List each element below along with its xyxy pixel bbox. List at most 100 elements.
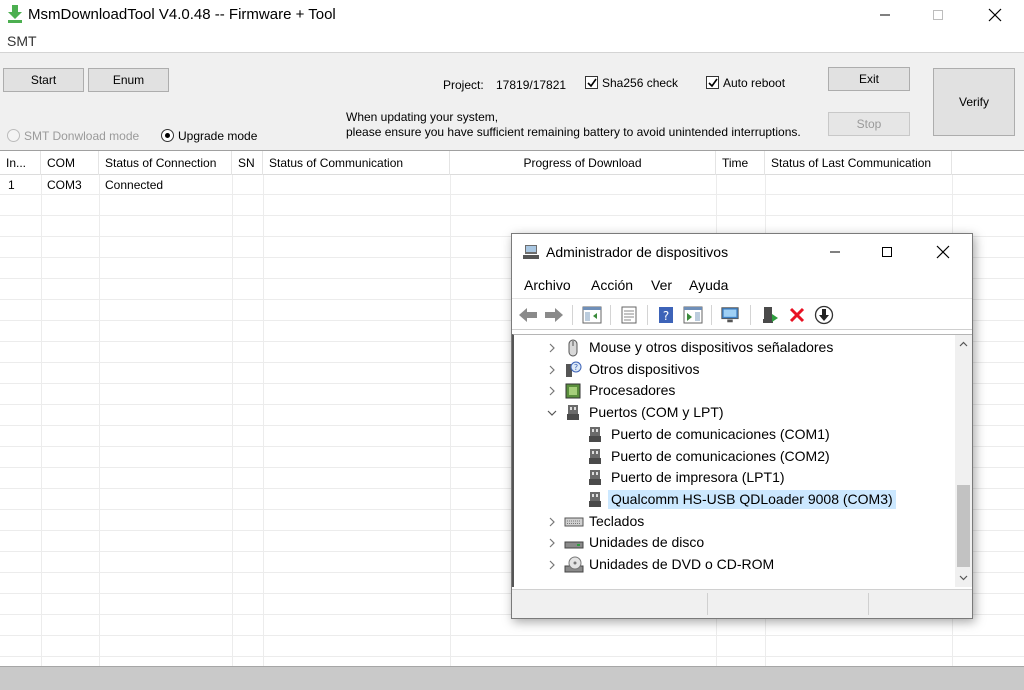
row-connection: Connected: [105, 178, 164, 192]
tree-item-label: Puerto de comunicaciones (COM1): [611, 425, 830, 442]
tree-item-label: Otros dispositivos: [589, 360, 700, 377]
menu-ayuda[interactable]: Ayuda: [689, 277, 728, 293]
column-com[interactable]: COM: [41, 151, 99, 175]
column-connection-status[interactable]: Status of Connection: [99, 151, 232, 175]
scrollbar-thumb[interactable]: [957, 485, 970, 567]
scan-hardware-icon[interactable]: [720, 305, 740, 325]
upgrade-mode-radio[interactable]: [161, 129, 174, 142]
tree-device-item[interactable]: Puerto de impresora (LPT1): [514, 467, 954, 488]
tree-scrollbar[interactable]: [955, 335, 972, 587]
tree-item-label: Unidades de DVD o CD-ROM: [589, 556, 775, 572]
column-time[interactable]: Time: [716, 151, 765, 175]
chevron-right-icon[interactable]: [547, 385, 557, 396]
disk-icon: [564, 534, 584, 552]
column-last-communication[interactable]: Status of Last Communication: [765, 151, 952, 175]
close-button[interactable]: [972, 0, 1018, 30]
table-row: [0, 616, 1024, 636]
start-button[interactable]: Start: [3, 68, 84, 92]
tree-category-item[interactable]: Unidades de disco: [514, 532, 954, 553]
menu-archivo[interactable]: Archivo: [524, 277, 571, 293]
column-index[interactable]: In...: [0, 151, 41, 175]
tree-category-item[interactable]: Procesadores: [514, 380, 954, 401]
tree-item-label: Unidades de disco: [589, 534, 705, 551]
maximize-button[interactable]: [915, 0, 961, 30]
tree-category-item[interactable]: Mouse y otros dispositivos señaladores: [514, 337, 954, 358]
tree-device-item[interactable]: Puerto de comunicaciones (COM1): [514, 424, 954, 445]
smt-mode-radio[interactable]: [7, 129, 20, 142]
project-value: 17819/17821: [496, 78, 567, 92]
column-download-progress[interactable]: Progress of Download: [450, 151, 716, 175]
tree-item-label: Mouse y otros dispositivos señaladores: [589, 339, 834, 355]
properties-icon[interactable]: [619, 305, 639, 325]
column-communication-status[interactable]: Status of Communication: [263, 151, 450, 175]
dm-title-bar: Administrador de dispositivos: [512, 234, 972, 270]
menu-accion[interactable]: Acción: [591, 277, 633, 293]
menu-smt[interactable]: SMT: [7, 33, 37, 49]
chevron-down-icon[interactable]: [547, 407, 557, 417]
chevron-right-icon[interactable]: [547, 364, 557, 375]
exit-button[interactable]: Exit: [828, 67, 910, 91]
dvd-icon: [564, 556, 584, 574]
menu-ver[interactable]: Ver: [651, 277, 672, 293]
unknown-device-icon: ?: [564, 361, 582, 379]
tree-item-label: Puerto de comunicaciones (COM2): [611, 447, 830, 464]
tree-item-label: Puertos (COM y LPT): [589, 404, 724, 421]
status-bar: [0, 666, 1024, 690]
mouse-icon: [564, 339, 582, 357]
keyboard-icon: [564, 513, 584, 531]
tree-device-item[interactable]: Puerto de comunicaciones (COM2): [514, 446, 954, 467]
auto-reboot-checkbox[interactable]: [706, 76, 719, 89]
chevron-right-icon[interactable]: [547, 342, 557, 353]
tree-item-label: Qualcomm HS-USB QDLoader 9008 (COM3): [608, 489, 896, 509]
tree-category-item[interactable]: Teclados: [514, 511, 954, 532]
chevron-right-icon[interactable]: [547, 516, 557, 527]
upgrade-mode-label: Upgrade mode: [178, 129, 258, 143]
dm-status-bar: [512, 589, 972, 618]
dm-window-title: Administrador de dispositivos: [546, 244, 729, 260]
show-hide-console-tree-icon[interactable]: [582, 305, 602, 325]
auto-reboot-label: Auto reboot: [723, 76, 786, 90]
svg-text:?: ?: [574, 363, 578, 372]
help-icon[interactable]: ?: [656, 305, 676, 325]
main-toolbar: Start Enum Project: 17819/17821 Sha256 c…: [0, 52, 1024, 150]
minimize-button[interactable]: [862, 0, 908, 30]
processor-icon: [564, 382, 582, 400]
menu-bar: SMT: [0, 30, 1024, 52]
uninstall-device-icon[interactable]: [787, 305, 807, 325]
dm-minimize-button[interactable]: [812, 234, 858, 270]
download-app-icon: [7, 5, 23, 23]
notice-line-2: please ensure you have sufficient remain…: [346, 125, 801, 139]
svg-text:?: ?: [663, 309, 669, 323]
update-driver-icon[interactable]: [760, 305, 780, 325]
device-tree: Mouse y otros dispositivos señaladores? O…: [512, 334, 972, 587]
table-row[interactable]: 1 COM3 Connected: [0, 175, 1024, 195]
chevron-right-icon[interactable]: [547, 559, 557, 570]
chevron-right-icon[interactable]: [547, 537, 557, 548]
tree-item-label: Procesadores: [589, 382, 676, 399]
verify-button[interactable]: Verify: [933, 68, 1015, 136]
tree-category-item[interactable]: Unidades de DVD o CD-ROM: [514, 554, 954, 575]
back-arrow-icon[interactable]: [518, 305, 538, 325]
title-bar: MsmDownloadTool V4.0.48 -- Firmware + To…: [0, 0, 1024, 30]
enum-button[interactable]: Enum: [88, 68, 169, 92]
port-icon: [586, 448, 604, 466]
column-sn[interactable]: SN: [232, 151, 263, 175]
tree-category-item[interactable]: Puertos (COM y LPT): [514, 402, 954, 423]
tree-device-item[interactable]: Qualcomm HS-USB QDLoader 9008 (COM3): [514, 489, 954, 510]
dm-close-button[interactable]: [920, 234, 966, 270]
disable-device-icon[interactable]: [814, 305, 834, 325]
grid-header: In... COM Status of Connection SN Status…: [0, 151, 1024, 175]
port-icon: [586, 491, 604, 509]
action-pane-icon[interactable]: [683, 305, 703, 325]
device-manager-window: Administrador de dispositivos Archivo Ac…: [511, 233, 973, 619]
port-icon: [586, 426, 604, 444]
row-com: COM3: [47, 178, 82, 192]
project-label: Project:: [443, 78, 484, 92]
stop-button[interactable]: Stop: [828, 112, 910, 136]
row-index: 1: [8, 178, 15, 192]
sha256-checkbox[interactable]: [585, 76, 598, 89]
table-row: [0, 637, 1024, 657]
tree-category-item[interactable]: ? Otros dispositivos: [514, 359, 954, 380]
dm-maximize-button[interactable]: [864, 234, 910, 270]
forward-arrow-icon[interactable]: [544, 305, 564, 325]
